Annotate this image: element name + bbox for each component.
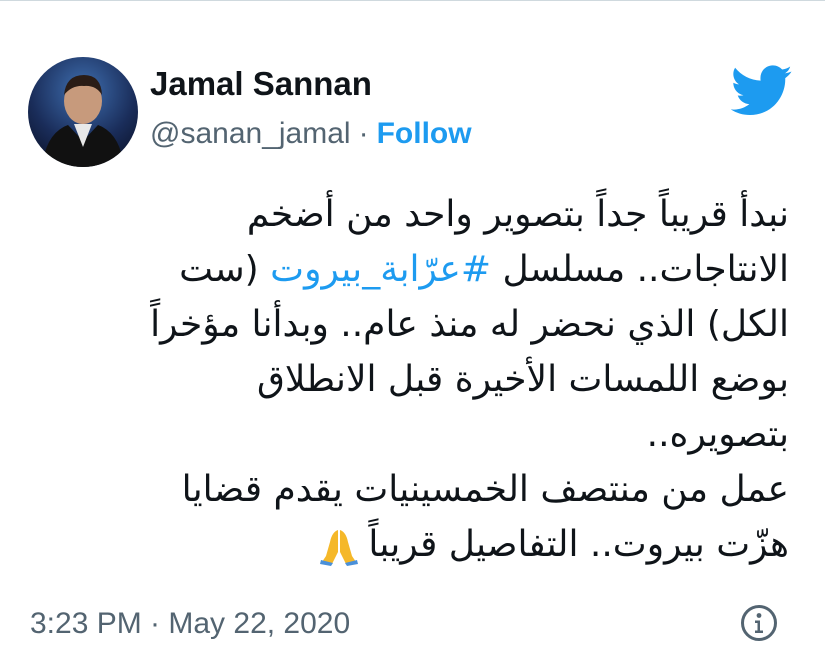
tweet-card: Jamal Sannan @sanan_jamal · Follow نبدأ قر… [0, 0, 825, 660]
author-handle[interactable]: @sanan_jamal [150, 117, 351, 150]
handle-row: @sanan_jamal · Follow [150, 117, 472, 151]
avatar-image [42, 75, 124, 167]
folded-hands-emoji-icon [320, 530, 359, 566]
separator-dot: · [358, 117, 369, 150]
tweet-line-2: الانتاجات.. مسلسل #عرّابة_بيروت (ست [89, 242, 789, 297]
tweet-line-5: بتصويره.. [646, 414, 789, 455]
tweet-text: نبدأ قريباً جداً بتصوير واحد من أضخم الا… [89, 187, 789, 572]
info-icon[interactable] [739, 603, 779, 643]
author-name[interactable]: Jamal Sannan [150, 65, 372, 103]
tweet-line-2-end: (ست [179, 249, 271, 290]
tweet-line-6: عمل من منتصف الخمسينيات يقدم قضايا [181, 469, 789, 510]
tweet-line-2-start: الانتاجات.. مسلسل [491, 249, 789, 290]
avatar[interactable] [28, 57, 138, 167]
tweet-line-7: هزّت بيروت.. التفاصيل قريباً [89, 517, 789, 572]
tweet-line-4: بوضع اللمسات الأخيرة قبل الانطلاق [256, 359, 789, 400]
tweet-line-3: الكل) الذي نحضر له منذ عام.. وبدأنا مؤخر… [150, 304, 789, 345]
tweet-line-7-text: هزّت بيروت.. التفاصيل قريباً [368, 524, 789, 565]
follow-button[interactable]: Follow [377, 117, 472, 150]
hashtag-link[interactable]: #عرّابة_بيروت [270, 249, 491, 290]
tweet-line-1: نبدأ قريباً جداً بتصوير واحد من أضخم [246, 194, 789, 235]
twitter-bird-icon[interactable] [731, 65, 793, 117]
tweet-timestamp[interactable]: 3:23 PM · May 22, 2020 [30, 607, 350, 641]
